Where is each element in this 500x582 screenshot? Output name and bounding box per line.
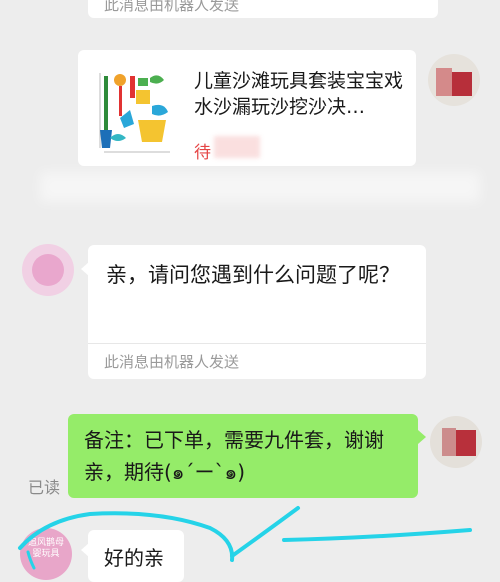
- my-message-text: 备注：已下单，需要九件套，谢谢亲，期待(๑´ー`๑): [84, 428, 384, 484]
- avatar-fill: [32, 254, 64, 286]
- robot-note: 此消息由机器人发送: [104, 353, 240, 371]
- last-message-bubble[interactable]: 好的亲: [88, 530, 184, 582]
- product-thumbnail: [90, 68, 178, 156]
- last-message-text: 好的亲: [104, 546, 164, 570]
- blurred-region: [40, 172, 480, 202]
- avatar-pixel-block: [452, 72, 472, 96]
- bot-avatar[interactable]: [22, 244, 74, 296]
- avatar-pixel-block: [436, 68, 452, 96]
- read-status: 已读: [28, 478, 61, 497]
- avatar-pixel-block: [456, 430, 476, 456]
- product-card[interactable]: 儿童沙滩玩具套装宝宝戏水沙漏玩沙挖沙决… 待: [78, 50, 416, 166]
- product-title: 儿童沙滩玩具套装宝宝戏水沙漏玩沙挖沙决…: [194, 70, 404, 118]
- my-bubble-tail: [418, 430, 426, 444]
- shop-avatar-label: 追风鹊母婴玩具: [27, 538, 64, 559]
- user-avatar-bottom[interactable]: [430, 416, 482, 468]
- user-avatar-top[interactable]: [428, 54, 480, 106]
- shop-avatar[interactable]: 追风鹊母婴玩具: [20, 528, 72, 580]
- bubble-divider: [88, 343, 426, 344]
- robot-note: 此消息由机器人发送: [104, 0, 240, 14]
- bot-message-bubble[interactable]: 亲，请问您遇到什么问题了呢？ 此消息由机器人发送: [88, 245, 426, 379]
- bot-message-text: 亲，请问您遇到什么问题了呢？: [106, 263, 400, 287]
- status-blur: [214, 136, 260, 158]
- top-message-bubble[interactable]: 此消息由机器人发送: [88, 0, 438, 18]
- product-status: 待: [194, 143, 211, 163]
- my-message-bubble[interactable]: 备注：已下单，需要九件套，谢谢亲，期待(๑´ー`๑): [68, 414, 418, 498]
- avatar-pixel-block: [442, 428, 456, 456]
